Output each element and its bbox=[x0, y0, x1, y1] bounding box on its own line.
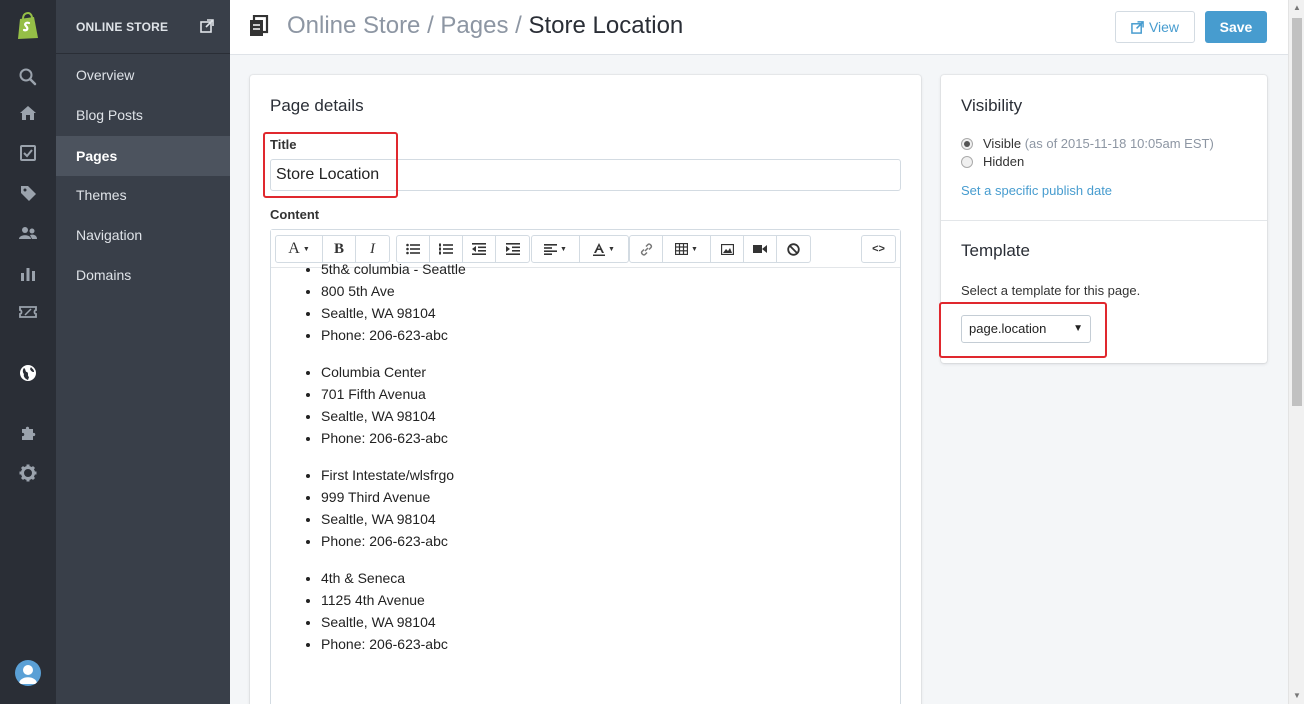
template-select[interactable]: page.location ▼ bbox=[961, 315, 1091, 343]
subnav-item-pages[interactable]: Pages bbox=[56, 136, 230, 176]
page-details-heading: Page details bbox=[270, 96, 364, 115]
breadcrumb-pages[interactable]: Pages bbox=[440, 12, 508, 39]
align-left-icon bbox=[544, 243, 558, 255]
subnav-item-overview[interactable]: Overview bbox=[56, 55, 230, 95]
location-list: 4th & Seneca 1125 4th Avenue Sealtle, WA… bbox=[321, 567, 881, 655]
subnav-item-blog-posts[interactable]: Blog Posts bbox=[56, 95, 230, 135]
rich-text-editor: A ▼ B I ▼ ▼ ▼ <> • 5th& columbia - Seatt… bbox=[270, 229, 901, 704]
external-link-icon[interactable] bbox=[200, 19, 214, 33]
subnav-item-domains[interactable]: Domains bbox=[56, 255, 230, 295]
divider bbox=[941, 220, 1267, 221]
chevron-down-icon: ▼ bbox=[302, 245, 310, 253]
visibility-heading: Visibility bbox=[961, 96, 1023, 115]
list-item: Sealtle, WA 98104 bbox=[321, 405, 881, 427]
template-description: Select a template for this page. bbox=[961, 283, 1141, 298]
visible-date-note: (as of 2015-11-18 10:05am EST) bbox=[1024, 136, 1214, 151]
visibility-template-card: Visibility Visible (as of 2015-11-18 10:… bbox=[939, 75, 1267, 363]
list-item: Sealtle, WA 98104 bbox=[321, 611, 881, 633]
list-item: 5th& columbia - Seattle bbox=[321, 258, 881, 280]
page-scrollbar[interactable]: ▲ ▼ bbox=[1288, 0, 1304, 704]
outdent-icon bbox=[472, 243, 486, 255]
video-icon bbox=[753, 245, 767, 253]
list-item: Phone: 206-623-abc bbox=[321, 427, 881, 449]
image-icon bbox=[720, 243, 734, 255]
breadcrumb-separator: / bbox=[420, 12, 441, 39]
external-link-icon bbox=[1131, 21, 1144, 34]
list-item: Columbia Center bbox=[321, 361, 881, 383]
bullet-list-icon bbox=[406, 243, 420, 255]
breadcrumb-separator: / bbox=[508, 12, 529, 39]
table-icon bbox=[675, 243, 689, 255]
location-list: 5th& columbia - Seattle 800 5th Ave Seal… bbox=[321, 258, 881, 346]
template-select-value: page.location bbox=[969, 321, 1047, 336]
template-heading: Template bbox=[961, 241, 1030, 260]
subnav-item-navigation[interactable]: Navigation bbox=[56, 215, 230, 255]
gear-icon[interactable] bbox=[18, 463, 38, 483]
scroll-thumb[interactable] bbox=[1292, 18, 1302, 406]
numbered-list-icon bbox=[439, 243, 453, 255]
online-store-subnav: ONLINE STORE Overview Blog Posts Pages T… bbox=[56, 0, 230, 704]
top-bar: Online Store / Pages / Store Location Vi… bbox=[230, 0, 1288, 55]
subnav-title: ONLINE STORE bbox=[76, 20, 169, 34]
list-item: 999 Third Avenue bbox=[321, 486, 881, 508]
font-format-button[interactable]: A ▼ bbox=[276, 236, 323, 262]
title-input[interactable]: Store Location bbox=[270, 159, 901, 191]
globe-icon[interactable] bbox=[18, 363, 38, 383]
subnav-item-themes[interactable]: Themes bbox=[56, 175, 230, 215]
location-list: First Intestate/wlsfrgo 999 Third Avenue… bbox=[321, 464, 881, 552]
breadcrumb: Online Store / Pages / Store Location bbox=[287, 12, 683, 40]
clear-formatting-icon bbox=[787, 242, 800, 256]
icon-rail bbox=[0, 0, 56, 704]
puzzle-icon[interactable] bbox=[18, 423, 38, 443]
scroll-down-arrow-icon[interactable]: ▼ bbox=[1289, 688, 1304, 704]
list-item: 800 5th Ave bbox=[321, 280, 881, 302]
search-icon[interactable] bbox=[18, 67, 38, 87]
text-color-icon bbox=[593, 242, 606, 256]
discounts-icon[interactable] bbox=[18, 302, 38, 322]
list-item: 701 Fifth Avenua bbox=[321, 383, 881, 405]
list-item: Phone: 206-623-abc bbox=[321, 324, 881, 346]
list-item: Phone: 206-623-abc bbox=[321, 633, 881, 655]
hidden-radio-row[interactable]: Hidden bbox=[961, 154, 1024, 169]
list-item: First Intestate/wlsfrgo bbox=[321, 464, 881, 486]
list-item: 4th & Seneca bbox=[321, 567, 881, 589]
indent-icon bbox=[505, 243, 520, 255]
page-title: Store Location bbox=[528, 12, 684, 39]
shopify-logo-icon[interactable] bbox=[14, 11, 42, 41]
title-label: Title bbox=[270, 137, 297, 152]
hidden-label: Hidden bbox=[983, 154, 1025, 169]
list-item: Sealtle, WA 98104 bbox=[321, 508, 881, 530]
breadcrumb-online-store[interactable]: Online Store bbox=[287, 12, 420, 39]
content-label: Content bbox=[270, 207, 320, 222]
view-button[interactable]: View bbox=[1115, 11, 1195, 43]
customers-icon[interactable] bbox=[18, 223, 38, 243]
pages-icon bbox=[250, 15, 269, 36]
link-icon bbox=[640, 242, 652, 256]
view-button-label: View bbox=[1148, 19, 1180, 35]
chevron-down-icon: ▼ bbox=[1073, 323, 1083, 334]
list-item: Phone: 206-623-abc bbox=[321, 530, 881, 552]
visible-radio[interactable] bbox=[961, 137, 973, 150]
subnav-header: ONLINE STORE bbox=[56, 0, 230, 54]
scroll-up-arrow-icon[interactable]: ▲ bbox=[1289, 0, 1304, 16]
save-button[interactable]: Save bbox=[1205, 11, 1267, 43]
visible-radio-row[interactable]: Visible (as of 2015-11-18 10:05am EST) bbox=[961, 136, 1214, 151]
chevron-down-icon: ▼ bbox=[691, 245, 698, 253]
list-item: Sealtle, WA 98104 bbox=[321, 302, 881, 324]
chevron-down-icon: ▼ bbox=[608, 245, 615, 253]
orders-icon[interactable] bbox=[18, 143, 38, 163]
location-list: Columbia Center 701 Fifth Avenua Sealtle… bbox=[321, 361, 881, 449]
list-item: 1125 4th Avenue bbox=[321, 589, 881, 611]
reports-icon[interactable] bbox=[18, 264, 38, 284]
user-avatar-icon[interactable] bbox=[15, 660, 41, 686]
editor-content[interactable]: 5th& columbia - Seattle 800 5th Ave Seal… bbox=[321, 258, 881, 670]
hidden-radio[interactable] bbox=[961, 155, 973, 168]
publish-date-link[interactable]: Set a specific publish date bbox=[961, 183, 1112, 198]
visible-label: Visible bbox=[983, 136, 1022, 151]
home-icon[interactable] bbox=[18, 103, 38, 123]
page-details-card: Page details Title Store Location Conten… bbox=[250, 75, 921, 704]
tag-icon[interactable] bbox=[18, 183, 38, 203]
chevron-down-icon: ▼ bbox=[560, 245, 567, 253]
font-format-label: A bbox=[288, 240, 300, 257]
